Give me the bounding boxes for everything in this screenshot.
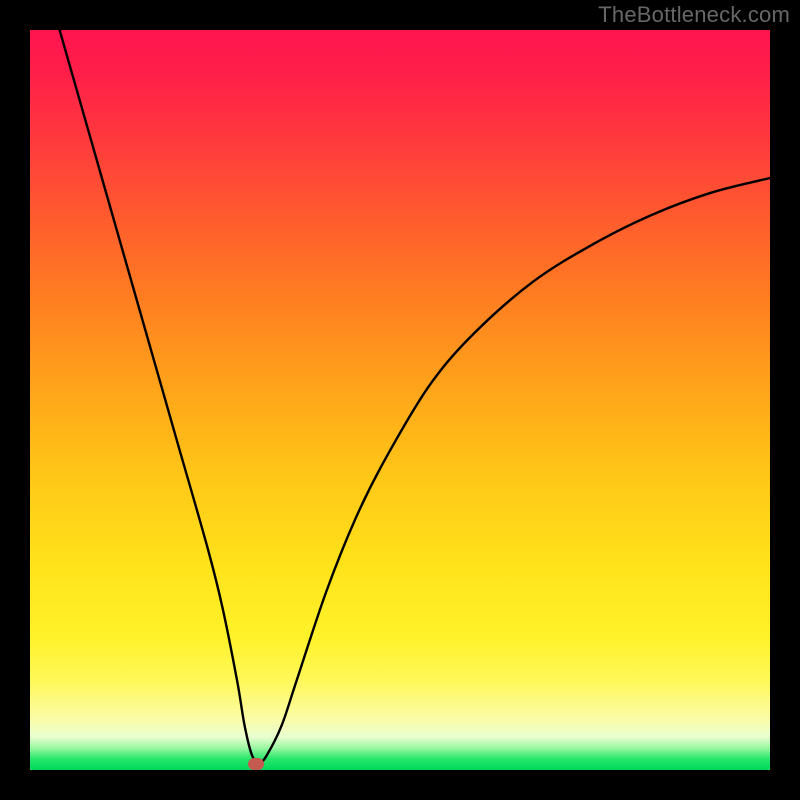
attribution-text: TheBottleneck.com — [598, 2, 790, 28]
plot-area — [30, 30, 770, 770]
minimum-marker — [248, 758, 264, 770]
chart-stage: TheBottleneck.com — [0, 0, 800, 800]
bottleneck-curve — [30, 30, 770, 770]
